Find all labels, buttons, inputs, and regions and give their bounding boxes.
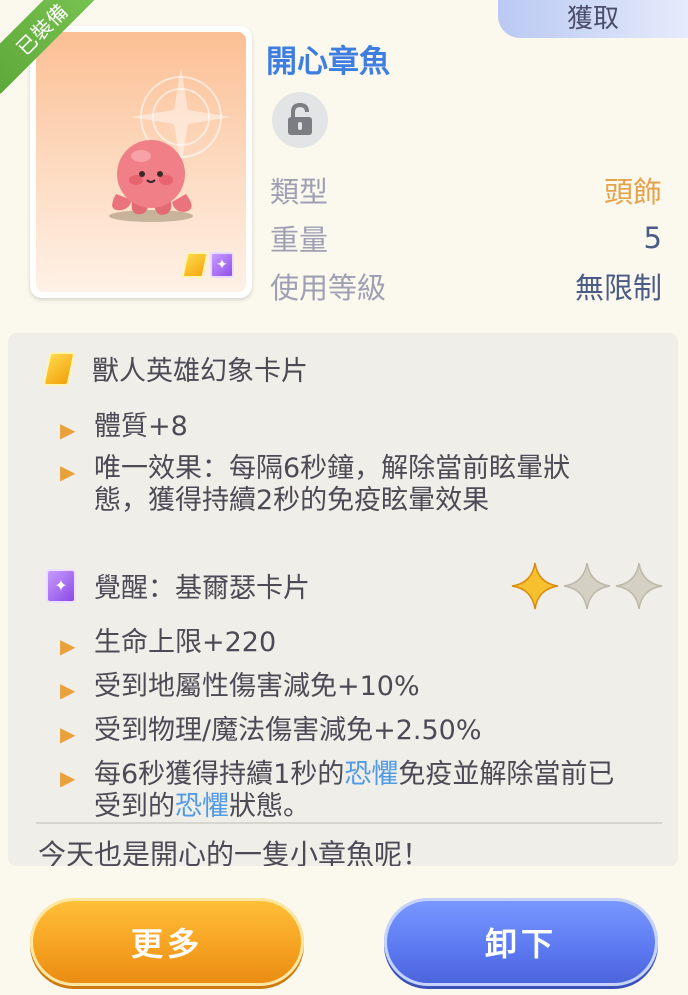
bullet-triangle-icon: ▶ bbox=[60, 722, 76, 746]
unequip-button[interactable]: 卸下 bbox=[384, 898, 658, 986]
bullet-triangle-icon: ▶ bbox=[60, 418, 76, 442]
unequip-button-label: 卸下 bbox=[484, 925, 557, 963]
item-name: 開心章魚 bbox=[266, 44, 390, 80]
acquire-label: 獲取 bbox=[566, 3, 619, 34]
stat-value: 無限制 bbox=[574, 271, 662, 305]
yellow-card-slot-icon bbox=[181, 252, 209, 278]
stat-row-weight: 重量 5 bbox=[270, 218, 662, 258]
card2-effect: ▶ 受到地屬性傷害減免+10% bbox=[60, 671, 620, 706]
bullet-triangle-icon: ▶ bbox=[60, 634, 76, 658]
stat-label: 重量 bbox=[270, 223, 329, 257]
item-details-panel[interactable]: 獸人英雄幻象卡片 ▶ 體質+8 ▶ 唯一效果：每隔6秒鐘，解除當前眩暈狀態，獲得… bbox=[8, 333, 678, 866]
equipped-ribbon-container: 已裝備 bbox=[0, 0, 110, 110]
bullet-triangle-icon: ▶ bbox=[60, 766, 76, 790]
unlock-icon bbox=[288, 103, 312, 135]
star-empty-icon bbox=[563, 562, 611, 610]
card2-effect: ▶ 受到物理/魔法傷害減免+2.50% bbox=[60, 715, 620, 750]
stat-label: 類型 bbox=[270, 175, 329, 209]
card1-effect: ▶ 唯一效果：每隔6秒鐘，解除當前眩暈狀態，獲得持續2秒的免疫眩暈效果 bbox=[60, 453, 620, 517]
effect-text-part: 每6秒獲得持續1秒的 bbox=[94, 759, 345, 790]
divider bbox=[36, 822, 662, 824]
stat-label: 使用等級 bbox=[270, 271, 387, 305]
purple-card-icon: ✦ bbox=[46, 568, 76, 603]
card2-title: 覺醒：基爾瑟卡片 bbox=[94, 573, 310, 604]
bullet-triangle-icon: ▶ bbox=[60, 678, 76, 702]
bullet-triangle-icon: ▶ bbox=[60, 460, 76, 484]
fear-keyword[interactable]: 恐懼 bbox=[344, 759, 398, 790]
effect-text: 生命上限+220 bbox=[94, 627, 277, 658]
card2-heading: ✦ 覺醒：基爾瑟卡片 bbox=[46, 566, 310, 605]
effect-text: 受到地屬性傷害減免+10% bbox=[94, 671, 420, 702]
awakening-stars bbox=[510, 561, 664, 611]
equipped-ribbon: 已裝備 bbox=[0, 0, 107, 94]
card1-title: 獸人英雄幻象卡片 bbox=[92, 356, 308, 387]
effect-text: 受到物理/魔法傷害減免+2.50% bbox=[94, 715, 482, 746]
flavor-text: 今天也是開心的一隻小章魚呢！ bbox=[38, 838, 431, 866]
effect-text: 每6秒獲得持續1秒的恐懼免疫並解除當前已受到的恐懼狀態。 bbox=[94, 759, 620, 823]
card2-effect: ▶ 生命上限+220 bbox=[60, 627, 620, 662]
stat-value: 5 bbox=[643, 221, 662, 255]
more-button[interactable]: 更多 bbox=[30, 898, 304, 986]
card2-effect: ▶ 每6秒獲得持續1秒的恐懼免疫並解除當前已受到的恐懼狀態。 bbox=[60, 759, 620, 823]
card-slot-badges: ✦ bbox=[181, 252, 234, 278]
acquire-tab[interactable]: 獲取 bbox=[498, 0, 688, 38]
yellow-card-icon bbox=[42, 351, 76, 386]
star-empty-icon bbox=[615, 562, 663, 610]
stat-row-type: 類型 頭飾 bbox=[270, 170, 662, 210]
effect-text-part: 狀態。 bbox=[229, 791, 310, 822]
star-filled-icon bbox=[511, 562, 559, 610]
card1-heading: 獸人英雄幻象卡片 bbox=[42, 349, 308, 388]
equipped-label: 已裝備 bbox=[11, 0, 73, 60]
card1-effect: ▶ 體質+8 bbox=[60, 411, 620, 446]
stat-value: 頭飾 bbox=[603, 175, 662, 209]
fear-keyword[interactable]: 恐懼 bbox=[175, 791, 229, 822]
purple-card-slot-icon: ✦ bbox=[210, 252, 234, 278]
effect-text: 唯一效果：每隔6秒鐘，解除當前眩暈狀態，獲得持續2秒的免疫眩暈效果 bbox=[94, 453, 571, 516]
octopus-icon bbox=[109, 140, 193, 222]
stat-row-level: 使用等級 無限制 bbox=[270, 266, 662, 306]
more-button-label: 更多 bbox=[130, 925, 203, 963]
lock-button[interactable] bbox=[272, 92, 328, 148]
effect-text: 體質+8 bbox=[94, 411, 188, 442]
